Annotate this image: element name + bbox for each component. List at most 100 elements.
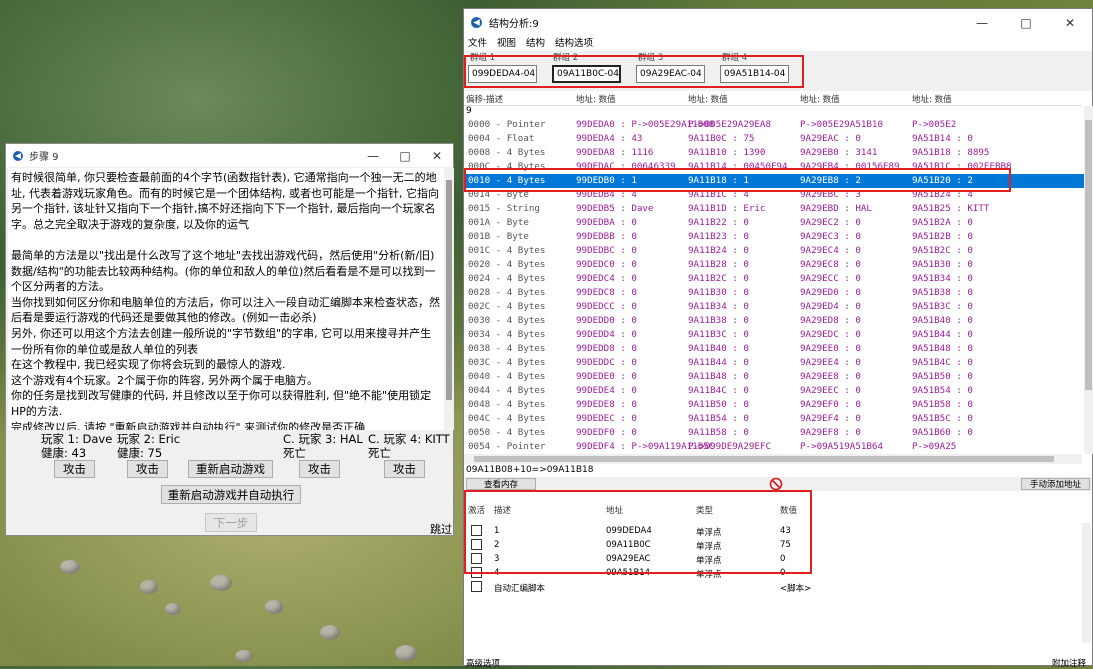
row-value-group-1: 99DEDC4 : 0 <box>576 273 637 284</box>
row-value-group-3: 9A29EC4 : 0 <box>800 245 861 256</box>
row-value-group-3: 9A29EF0 : 0 <box>800 399 861 410</box>
maximize-button[interactable]: □ <box>1004 11 1048 34</box>
header-group-1[interactable]: 地址: 数值 <box>576 93 616 105</box>
minimize-button[interactable]: — <box>960 11 1004 34</box>
structure-header: 偏移-描述 地址: 数值 地址: 数值 地址: 数值 地址: 数值 <box>464 91 1082 106</box>
skip-link[interactable]: 跳过 <box>430 521 452 537</box>
header-offset[interactable]: 偏移-描述 <box>466 93 503 105</box>
structure-row[interactable]: 0038 - 4 Bytes 99DEDD8 : 0 9A11B40 : 0 9A29… <box>464 342 1086 356</box>
row-value-group-3: 9A29EEC : 0 <box>800 385 861 396</box>
structure-row[interactable]: 0030 - 4 Bytes 99DEDD0 : 0 9A11B38 : 0 9A29… <box>464 314 1086 328</box>
tutorial-step-window: 步骤 9 — □ ✕ 有时候很简单, 你只要检查最前面的4个字节(函数指针表),… <box>5 143 454 536</box>
tutorial-scrollbar[interactable] <box>444 168 454 430</box>
row-value-group-4: P->005E2 <box>912 119 957 130</box>
row-value-group-3: 9A29EDC : 0 <box>800 329 861 340</box>
header-group-4[interactable]: 地址: 数值 <box>912 93 952 105</box>
row-value-group-4: 9A51B2A : 0 <box>912 217 973 228</box>
structure-row[interactable]: 0024 - 4 Bytes 99DEDC4 : 0 9A11B2C : 0 9A29… <box>464 272 1086 286</box>
structure-row[interactable]: 0034 - 4 Bytes 99DEDD4 : 0 9A11B3C : 0 9A29… <box>464 328 1086 342</box>
structure-row[interactable]: 0040 - 4 Bytes 99DEDE0 : 0 9A11B48 : 0 9A29… <box>464 370 1086 384</box>
menu-file[interactable]: 文件 <box>468 35 487 49</box>
structure-row[interactable]: 0044 - 4 Bytes 99DEDE4 : 0 9A11B4C : 0 9A29… <box>464 384 1086 398</box>
row-value-group-2: 9A11B2C : 0 <box>688 273 749 284</box>
row-offset: 0024 - 4 Bytes <box>468 273 546 284</box>
row-offset: 0008 - 4 Bytes <box>468 147 546 158</box>
structure-row[interactable]: 0004 - Float 99DEDA4 : 43 9A11B0C : 75 9A29… <box>464 132 1086 146</box>
menu-view[interactable]: 视图 <box>497 35 516 49</box>
header-group-3[interactable]: 地址: 数值 <box>800 93 840 105</box>
structure-row[interactable]: 0048 - 4 Bytes 99DEDE8 : 0 9A11B50 : 0 9A29… <box>464 398 1086 412</box>
row-value-group-4: 9A51B48 : 0 <box>912 343 973 354</box>
row-value-group-3: 9A29EE4 : 0 <box>800 357 861 368</box>
structure-dissect-window: 结构分析:9 — □ ✕ 文件 视图 结构 结构选项 群组 1 099DEDA4… <box>463 8 1093 669</box>
structure-vscroll[interactable] <box>1084 106 1093 454</box>
row-value-group-2: 9A11B40 : 0 <box>688 343 749 354</box>
row-offset: 001B - Byte <box>468 231 529 242</box>
menu-structure[interactable]: 结构 <box>526 35 545 49</box>
row-value-group-2: 9A11B34 : 0 <box>688 301 749 312</box>
row-value-group-4: 9A51B30 : 0 <box>912 259 973 270</box>
next-step-button[interactable]: 下一步 <box>205 513 257 532</box>
advanced-options[interactable]: 高级选项 <box>466 657 500 669</box>
row-value-group-2: 9A11B44 : 0 <box>688 357 749 368</box>
structure-row[interactable]: 001A - Byte 99DEDBA : 0 9A11B22 : 0 9A29EC2… <box>464 216 1086 230</box>
row-value-group-2: P->005E29A29EA8 <box>688 119 771 130</box>
structure-row[interactable]: 0020 - 4 Bytes 99DEDC0 : 0 9A11B28 : 0 9A29… <box>464 258 1086 272</box>
structure-row[interactable]: 003C - 4 Bytes 99DEDDC : 0 9A11B44 : 0 9A29… <box>464 356 1086 370</box>
header-group-2[interactable]: 地址: 数值 <box>688 93 728 105</box>
row-value-group-3: 9A29ED0 : 0 <box>800 287 861 298</box>
row-value-group-1: 99DEDE4 : 0 <box>576 385 637 396</box>
close-button[interactable]: ✕ <box>1048 11 1092 34</box>
row-offset: 0028 - 4 Bytes <box>468 287 546 298</box>
row-value-group-1: 99DEDE8 : 0 <box>576 399 637 410</box>
row-offset: 003C - 4 Bytes <box>468 357 546 368</box>
row-value-group-2: 9A11B10 : 1390 <box>688 147 766 158</box>
structure-row[interactable]: 002C - 4 Bytes 99DEDCC : 0 9A11B34 : 0 9A29… <box>464 300 1086 314</box>
menu-structure-options[interactable]: 结构选项 <box>555 35 593 49</box>
player-4-status: 死亡 <box>368 446 391 460</box>
script-checkbox[interactable] <box>471 581 482 592</box>
row-value-group-3: 9A29EC3 : 0 <box>800 231 861 242</box>
step-title: 步骤 9 <box>29 152 59 163</box>
structure-row[interactable]: 001B - Byte 99DEDBB : 0 9A11B23 : 0 9A29EC3… <box>464 230 1086 244</box>
structure-row[interactable]: 001C - 4 Bytes 99DEDBC : 0 9A11B24 : 0 9A29… <box>464 244 1086 258</box>
structure-row[interactable]: 0050 - 4 Bytes 99DEDF0 : 0 9A11B58 : 0 9A29… <box>464 426 1086 440</box>
restart-auto-button[interactable]: 重新启动游戏并自动执行 <box>161 485 301 504</box>
row-value-group-3: 9A29EE0 : 0 <box>800 343 861 354</box>
script-row[interactable]: 自动汇编脚本 <脚本> <box>464 580 1084 594</box>
view-memory-button[interactable]: 查看内存 <box>466 478 536 490</box>
add-address-manually-button[interactable]: 手动添加地址 <box>1021 478 1090 490</box>
structure-hscroll[interactable] <box>464 454 1082 464</box>
row-value-group-2: 9A11B1D : Eric <box>688 203 766 214</box>
row-value-group-1: 99DEDDC : 0 <box>576 357 637 368</box>
row-value-group-3: 9A29ED8 : 0 <box>800 315 861 326</box>
attack-button-1[interactable]: 攻击 <box>54 460 95 478</box>
structure-row[interactable]: 0054 - Pointer 99DEDF4 : P->09A119A11B5C P… <box>464 440 1086 454</box>
row-value-group-1: 99DEDD0 : 0 <box>576 315 637 326</box>
row-value-group-4: 9A51B5C : 0 <box>912 413 973 424</box>
row-value-group-1: 99DEDBB : 0 <box>576 231 637 242</box>
structure-row[interactable]: 0000 - Pointer 99DEDA0 : P->005E29A11B08 P… <box>464 118 1086 132</box>
structure-row[interactable]: 0008 - 4 Bytes 99DEDA8 : 1116 9A11B10 : 13… <box>464 146 1086 160</box>
row-offset: 001A - Byte <box>468 217 529 228</box>
no-entry-icon[interactable] <box>769 477 783 491</box>
restart-game-button[interactable]: 重新启动游戏 <box>188 460 273 478</box>
row-value-group-2: 9A11B23 : 0 <box>688 231 749 242</box>
structure-row[interactable]: 0028 - 4 Bytes 99DEDC8 : 0 9A11B30 : 0 9A29… <box>464 286 1086 300</box>
attack-button-4[interactable]: 攻击 <box>384 460 425 478</box>
minimize-button[interactable]: — <box>357 144 389 167</box>
row-value-group-2: 9A11B28 : 0 <box>688 259 749 270</box>
row-value-group-2: 9A11B58 : 0 <box>688 427 749 438</box>
row-value-group-2: 9A11B3C : 0 <box>688 329 749 340</box>
table-vscroll[interactable] <box>1082 523 1091 643</box>
structure-row[interactable]: 0015 - String 99DEDB5 : Dave 9A11B1D : Eri… <box>464 202 1086 216</box>
player-2-health: 健康: 75 <box>117 446 163 460</box>
close-button[interactable]: ✕ <box>421 144 453 167</box>
row-value-group-2: 9A11B0C : 75 <box>688 133 755 144</box>
structure-row[interactable]: 004C - 4 Bytes 99DEDEC : 0 9A11B54 : 0 9A29… <box>464 412 1086 426</box>
row-value-group-3: 9A29ECC : 0 <box>800 273 861 284</box>
attack-button-3[interactable]: 攻击 <box>299 460 340 478</box>
maximize-button[interactable]: □ <box>389 144 421 167</box>
table-comments[interactable]: 附加注释 <box>1052 657 1086 669</box>
attack-button-2[interactable]: 攻击 <box>127 460 168 478</box>
